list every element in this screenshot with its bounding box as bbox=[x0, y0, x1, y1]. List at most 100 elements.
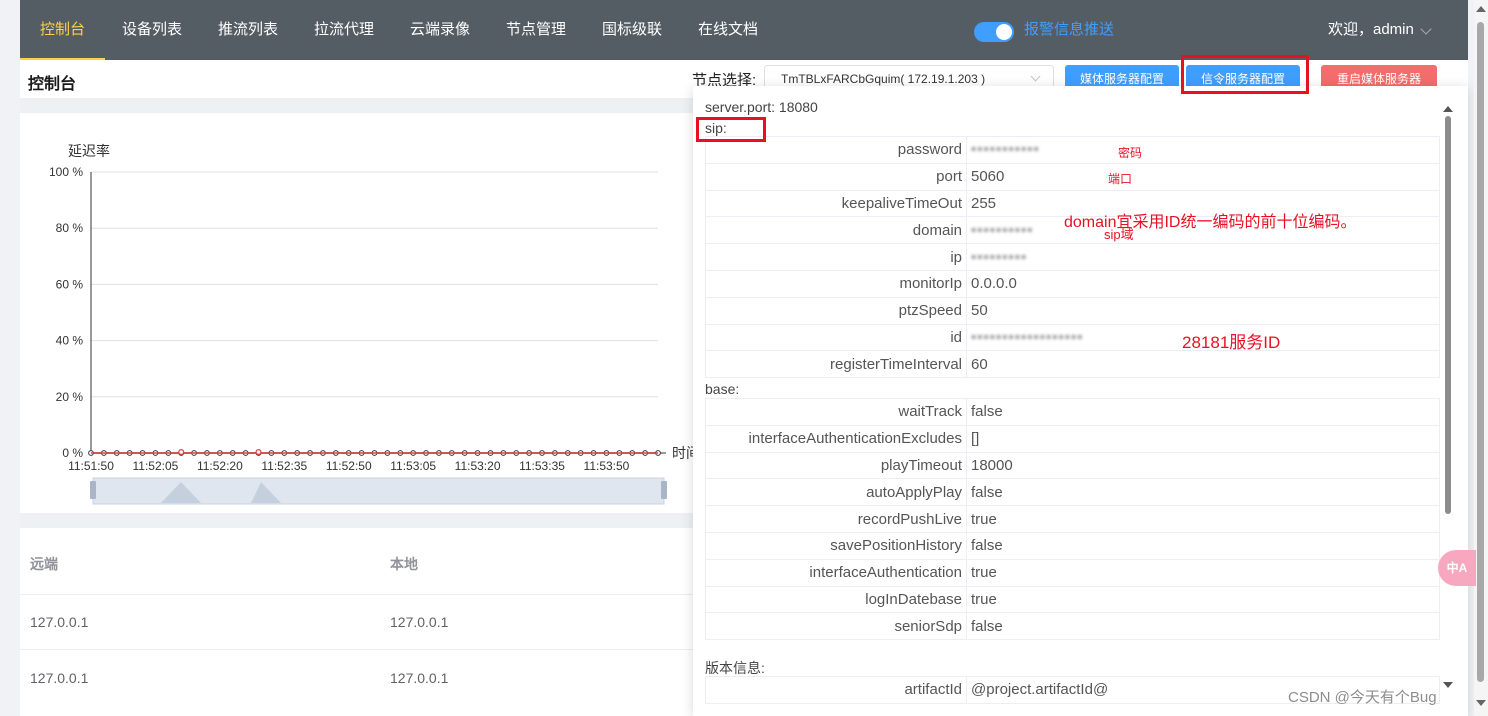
toggle-knob bbox=[996, 24, 1012, 40]
zoom-handle-left bbox=[90, 481, 96, 499]
translate-float-button[interactable]: 中A bbox=[1438, 550, 1476, 586]
config-row-password: password ••••••••••• bbox=[705, 136, 1440, 164]
data-point bbox=[178, 449, 185, 456]
csdn-watermark: CSDN @今天有个Bug bbox=[1288, 689, 1437, 706]
chevron-down-icon[interactable] bbox=[1420, 23, 1432, 35]
nav-item-device-list[interactable]: 设备列表 bbox=[102, 0, 202, 60]
annotation-port: 端口 bbox=[1108, 172, 1133, 186]
config-value-text: @project.artifactId@ bbox=[971, 681, 1109, 699]
nav-item-dashboard[interactable]: 控制台 bbox=[20, 0, 106, 60]
table-cell-local: 127.0.0.1 bbox=[390, 670, 449, 686]
config-value: true bbox=[966, 585, 1440, 614]
x-tick-label: 11:52:35 bbox=[261, 459, 307, 473]
config-key: seniorSdp bbox=[705, 612, 967, 641]
config-key: interfaceAuthenticationExcludes bbox=[705, 424, 967, 453]
panel-scrollbar[interactable] bbox=[1445, 116, 1451, 514]
nav-item-cloud-record[interactable]: 云端录像 bbox=[390, 0, 490, 60]
alarm-push-label[interactable]: 报警信息推送 bbox=[1024, 0, 1114, 60]
config-row-seniorSdp: seniorSdp false bbox=[705, 612, 1440, 641]
zoom-handle-right bbox=[661, 481, 667, 499]
table-cell-remote: 127.0.0.1 bbox=[30, 614, 89, 630]
config-value: true bbox=[966, 558, 1440, 587]
annotation-sip-domain: sip域 bbox=[1104, 227, 1134, 242]
y-tick-label: 80 % bbox=[56, 221, 84, 235]
config-value: 18000 bbox=[966, 451, 1440, 480]
config-row-registerTimeInterval: registerTimeInterval 60 bbox=[705, 350, 1440, 379]
config-row-recordPushLive: recordPushLive true bbox=[705, 505, 1440, 533]
column-header-remote: 远端 bbox=[30, 556, 58, 572]
config-value-text: false bbox=[971, 403, 1003, 421]
row-divider bbox=[20, 594, 720, 595]
config-key: waitTrack bbox=[705, 398, 967, 426]
config-value-text: 50 bbox=[971, 302, 988, 320]
config-value: 50 bbox=[966, 296, 1440, 325]
page-scrollbar-thumb[interactable] bbox=[1477, 22, 1484, 682]
alarm-push-toggle[interactable] bbox=[974, 22, 1014, 42]
config-row-port: port 5060 bbox=[705, 162, 1440, 191]
config-value: [] bbox=[966, 424, 1440, 453]
nav-item-push-list[interactable]: 推流列表 bbox=[198, 0, 298, 60]
table-cell-local: 127.0.0.1 bbox=[390, 614, 449, 630]
config-key: savePositionHistory bbox=[705, 531, 967, 560]
config-value-text: •••••••••••••••••• bbox=[971, 328, 1084, 346]
config-value-text: •••••••••• bbox=[971, 221, 1034, 239]
config-value: 5060 bbox=[966, 162, 1440, 191]
config-key: interfaceAuthentication bbox=[705, 558, 967, 587]
x-tick-label: 11:51:50 bbox=[68, 459, 114, 473]
y-tick-label: 40 % bbox=[56, 334, 84, 348]
config-value-text: true bbox=[971, 590, 997, 608]
config-value-text: false bbox=[971, 483, 1003, 501]
config-row-playTimeout: playTimeout 18000 bbox=[705, 451, 1440, 480]
scroll-up-arrow-icon[interactable] bbox=[1443, 106, 1453, 112]
nav-item-node-manage[interactable]: 节点管理 bbox=[486, 0, 586, 60]
config-value: false bbox=[966, 612, 1440, 641]
config-key: recordPushLive bbox=[705, 505, 967, 533]
config-row-autoApplyPlay: autoApplyPlay false bbox=[705, 478, 1440, 507]
config-key: playTimeout bbox=[705, 451, 967, 480]
config-row-savePositionHistory: savePositionHistory false bbox=[705, 531, 1440, 560]
config-value-text: 255 bbox=[971, 194, 997, 212]
config-value: false bbox=[966, 478, 1440, 507]
config-row-interfaceAuthentication: interfaceAuthentication true bbox=[705, 558, 1440, 587]
config-key: keepaliveTimeOut bbox=[705, 189, 967, 218]
row-divider bbox=[20, 649, 720, 650]
config-value: 0.0.0.0 bbox=[966, 269, 1440, 298]
config-key: artifactId bbox=[705, 676, 967, 704]
nav-item-gb-cascade[interactable]: 国标级联 bbox=[582, 0, 682, 60]
page-title: 控制台 bbox=[28, 76, 77, 93]
config-value-text: 0.0.0.0 bbox=[971, 275, 1017, 293]
signal-server-config-panel: server.port: 18080 sip: password ••••••••… bbox=[693, 86, 1468, 716]
x-tick-label: 11:52:50 bbox=[326, 459, 372, 473]
x-tick-label: 11:52:05 bbox=[133, 459, 179, 473]
config-value-text: 60 bbox=[971, 355, 988, 373]
nav-item-pull-proxy[interactable]: 拉流代理 bbox=[294, 0, 394, 60]
config-key: domain bbox=[705, 216, 967, 245]
config-key: ptzSpeed bbox=[705, 296, 967, 325]
config-row-interfaceAuthenticationExcludes: interfaceAuthenticationExcludes[] bbox=[705, 424, 1440, 453]
delay-chart-card: 延迟率 0 % 20 % 40 % 60 % 80 % 100 % 11:51:50 11:5… bbox=[20, 113, 720, 513]
table-cell-remote: 127.0.0.1 bbox=[30, 670, 89, 686]
annotation-password: 密码 bbox=[1118, 146, 1143, 160]
config-value-text: ••••••••••• bbox=[971, 141, 1040, 159]
config-key: ip bbox=[705, 243, 967, 271]
config-key: port bbox=[705, 162, 967, 191]
base-config-table: waitTrack false interfaceAuthenticationExc… bbox=[705, 398, 1440, 641]
config-value-text: 18000 bbox=[971, 456, 1013, 474]
config-key: logInDatebase bbox=[705, 585, 967, 614]
page-frame: 控制台 设备列表 推流列表 拉流代理 云端录像 节点管理 国标级联 在线文档 报… bbox=[0, 0, 1488, 716]
config-value: ••••••••••• bbox=[966, 136, 1440, 164]
config-value: true bbox=[966, 505, 1440, 533]
nav-item-online-docs[interactable]: 在线文档 bbox=[678, 0, 778, 60]
scroll-down-arrow-icon[interactable] bbox=[1443, 682, 1453, 688]
config-value-text: 5060 bbox=[971, 168, 1005, 186]
config-row-logInDatebase: logInDatebase true bbox=[705, 585, 1440, 614]
server-port-line: server.port: 18080 bbox=[705, 99, 818, 115]
data-point bbox=[255, 449, 262, 456]
config-value-text: false bbox=[971, 617, 1003, 635]
page-scroll-down-icon[interactable] bbox=[1476, 700, 1486, 706]
user-menu[interactable]: 欢迎，admin bbox=[1328, 0, 1414, 60]
x-tick-label: 11:53:05 bbox=[390, 459, 436, 473]
page-scroll-up-icon[interactable] bbox=[1476, 6, 1486, 12]
config-value: false bbox=[966, 531, 1440, 560]
config-row-monitorIp: monitorIp 0.0.0.0 bbox=[705, 269, 1440, 298]
